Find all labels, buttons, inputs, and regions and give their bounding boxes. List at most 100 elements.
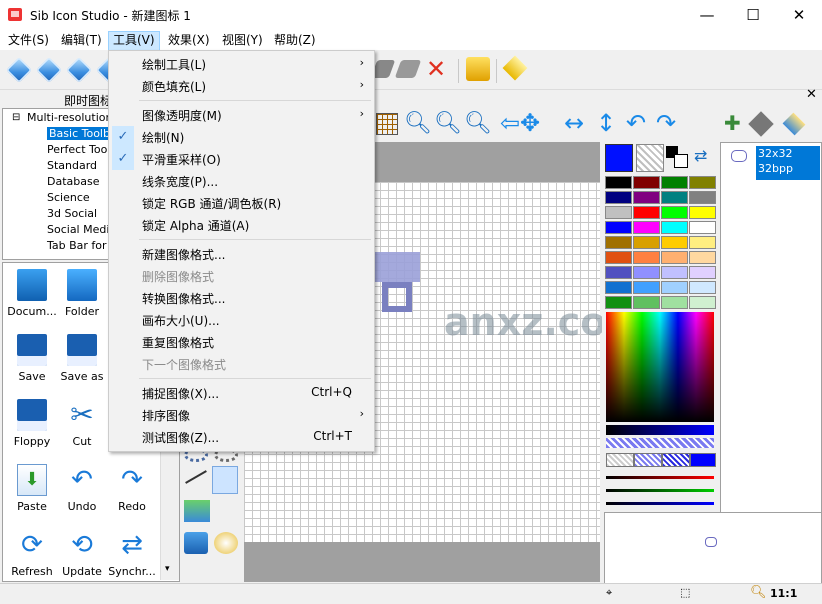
library-item-refresh[interactable]: ⟳ Refresh — [5, 529, 59, 578]
minimize-button[interactable]: — — [684, 0, 730, 30]
color-swatch[interactable] — [605, 251, 632, 264]
fill-tool-icon[interactable] — [212, 466, 238, 494]
image-format-item[interactable]: 32x32 32bpp — [756, 146, 820, 180]
rotate-right-icon[interactable]: ↷ — [656, 109, 676, 137]
line-tool-icon[interactable] — [185, 470, 207, 484]
color-swatch[interactable] — [661, 191, 688, 204]
add-format-icon[interactable]: ✚ — [724, 111, 741, 135]
move-left-icon[interactable]: ⇦ — [500, 109, 520, 137]
layers-icon[interactable] — [184, 500, 210, 522]
zoom-out-icon[interactable]: 🔍︎ — [434, 111, 462, 136]
color-swatch[interactable] — [633, 281, 660, 294]
menu-help[interactable]: 帮助(Z) — [270, 31, 320, 49]
maximize-button[interactable]: ☐ — [730, 0, 776, 30]
color-swatch[interactable] — [633, 191, 660, 204]
menu-item[interactable]: 锁定 Alpha 通道(A) — [109, 214, 374, 236]
menu-item[interactable]: 排序图像 › — [109, 404, 374, 426]
menu-item[interactable]: 锁定 RGB 通道/调色板(R) — [109, 192, 374, 214]
menu-view[interactable]: 视图(Y) — [218, 31, 267, 49]
color-swatch[interactable] — [605, 176, 632, 189]
wand-icon-button[interactable] — [36, 57, 62, 83]
library-item-synchronize[interactable]: ⇄ Synchr... — [105, 529, 159, 578]
alpha-swatch[interactable] — [634, 453, 662, 467]
menu-item[interactable]: 颜色填充(L) › — [109, 75, 374, 97]
color-swatch[interactable] — [605, 296, 632, 309]
alpha-swatch[interactable] — [690, 453, 716, 467]
color-swatch[interactable] — [661, 251, 688, 264]
library-item-undo[interactable]: ↶ Undo — [55, 464, 109, 513]
color-swatch[interactable] — [633, 236, 660, 249]
tree-item[interactable]: Social Media — [47, 223, 116, 236]
color-swatch[interactable] — [689, 296, 716, 309]
primary-color-swatch[interactable] — [605, 144, 633, 172]
alpha-slider[interactable] — [606, 438, 714, 448]
color-swatch[interactable] — [661, 206, 688, 219]
green-slider[interactable] — [606, 489, 714, 492]
rotate-left-icon[interactable]: ↶ — [626, 109, 646, 137]
blue-slider[interactable] — [606, 502, 714, 505]
move-all-icon[interactable]: ✥ — [520, 109, 540, 137]
color-swatch[interactable] — [605, 266, 632, 279]
menu-item[interactable]: 图像透明度(M) › — [109, 104, 374, 126]
menu-item[interactable]: 绘制工具(L) › — [109, 53, 374, 75]
delete-icon[interactable]: ✕ — [426, 55, 452, 83]
close-panel-icon[interactable]: ✕ — [806, 87, 817, 102]
zoom-actual-icon[interactable]: 🔍︎ — [464, 111, 492, 136]
color-swatch[interactable] — [689, 176, 716, 189]
color-swatch[interactable] — [689, 266, 716, 279]
library-item-save-as[interactable]: Save as — [55, 334, 109, 383]
color-swatch[interactable] — [633, 251, 660, 264]
color-swatch[interactable] — [661, 266, 688, 279]
menu-tools[interactable]: 工具(V) — [108, 31, 160, 51]
color-swatch[interactable] — [605, 281, 632, 294]
color-swatch[interactable] — [689, 281, 716, 294]
menu-file[interactable]: 文件(S) — [4, 31, 53, 49]
color-swatch[interactable] — [661, 221, 688, 234]
open-icon-button[interactable] — [66, 57, 92, 83]
color-swatch[interactable] — [633, 221, 660, 234]
color-swatch[interactable] — [633, 266, 660, 279]
swap-colors-icon[interactable]: ⇄ — [694, 146, 707, 165]
color-swatch[interactable] — [605, 206, 632, 219]
secondary-color-swatch[interactable] — [636, 144, 664, 172]
color-swatch[interactable] — [689, 206, 716, 219]
zoom-in-icon[interactable]: 🔍︎ — [404, 111, 432, 136]
color-swatch[interactable] — [661, 296, 688, 309]
export-icon[interactable] — [466, 57, 490, 81]
menu-item[interactable]: 重复图像格式 — [109, 331, 374, 353]
tree-item[interactable]: Standard — [47, 159, 97, 172]
color-swatch[interactable] — [605, 236, 632, 249]
tree-item[interactable]: Database — [47, 175, 100, 188]
color-swatch[interactable] — [661, 236, 688, 249]
menu-item[interactable]: 画布大小(U)... — [109, 309, 374, 331]
alpha-swatch[interactable] — [606, 453, 634, 467]
alpha-swatch[interactable] — [662, 453, 690, 467]
new-icon-button[interactable] — [6, 57, 32, 83]
grid-toggle-icon[interactable] — [376, 113, 398, 135]
library-item-redo[interactable]: ↷ Redo — [105, 464, 159, 513]
menu-item[interactable]: 新建图像格式... — [109, 243, 374, 265]
menu-item[interactable]: 捕捉图像(X)... Ctrl+Q — [109, 382, 374, 404]
library-item-cut[interactable]: ✂ Cut — [55, 399, 109, 449]
menu-item[interactable]: 转换图像格式... — [109, 287, 374, 309]
menu-item[interactable]: 测试图像(Z)... Ctrl+T — [109, 426, 374, 448]
library-item-paste[interactable]: ⬇ Paste — [5, 464, 59, 513]
color-swatch[interactable] — [605, 221, 632, 234]
color-swatch[interactable] — [633, 296, 660, 309]
menu-item[interactable]: ✓ 平滑重采样(O) — [109, 148, 374, 170]
color-swatch[interactable] — [605, 191, 632, 204]
library-item-save[interactable]: Save — [5, 334, 59, 383]
delete-format-icon[interactable] — [748, 111, 774, 137]
menu-item[interactable]: ✓ 绘制(N) — [109, 126, 374, 148]
library-item-folder[interactable]: Folder — [55, 269, 109, 318]
color-swatch[interactable] — [689, 221, 716, 234]
library-item-floppy[interactable]: Floppy — [5, 399, 59, 448]
menu-effects[interactable]: 效果(X) — [164, 31, 214, 49]
format-thumbnail-icon[interactable] — [731, 150, 747, 162]
color-swatch[interactable] — [689, 191, 716, 204]
color-spectrum[interactable] — [606, 312, 714, 422]
color-swatch[interactable] — [689, 236, 716, 249]
close-button[interactable]: ✕ — [776, 0, 822, 30]
library-item-update[interactable]: ⟲ Update — [55, 529, 109, 578]
format-properties-icon[interactable] — [782, 112, 806, 136]
